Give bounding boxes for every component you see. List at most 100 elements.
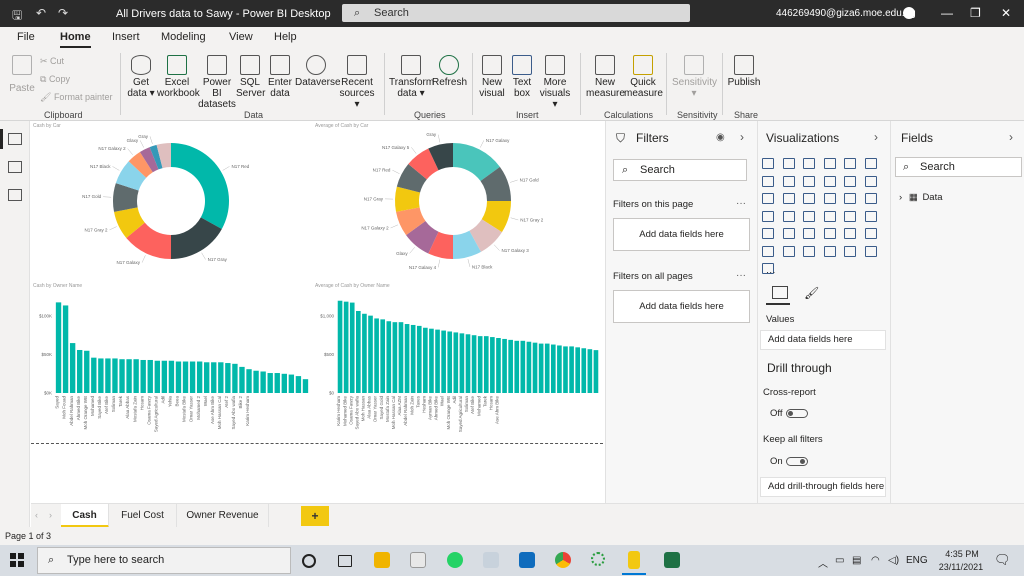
minimize-icon[interactable]: —	[941, 6, 953, 20]
filled-map-visual-icon[interactable]	[782, 210, 795, 222]
bar[interactable]	[140, 359, 146, 393]
bar[interactable]	[587, 349, 593, 393]
bar[interactable]	[55, 302, 62, 393]
bar[interactable]	[502, 338, 507, 393]
tab-help[interactable]: Help	[274, 31, 297, 43]
bar[interactable]	[126, 359, 132, 393]
page-tab-owner-revenue[interactable]: Owner Revenue	[177, 504, 269, 528]
bar[interactable]	[161, 360, 168, 393]
filters-all-drop-zone[interactable]: Add data fields here	[613, 290, 750, 323]
new-visual-button[interactable]: New visual	[478, 55, 506, 99]
close-icon[interactable]: ✕	[1001, 6, 1011, 20]
transform-data-button[interactable]: Transform data ▾	[389, 55, 434, 99]
bar[interactable]	[189, 361, 196, 393]
bar[interactable]	[538, 343, 544, 393]
funnel-visual-icon[interactable]	[782, 193, 795, 204]
chrome-icon[interactable]	[555, 552, 571, 568]
title-search-input[interactable]: ⌕ Search	[342, 4, 690, 22]
bar[interactable]	[211, 362, 217, 393]
excel-workbook-button[interactable]: Excel workbook	[157, 55, 200, 99]
sensitivity-button[interactable]: Sensitivity ▾	[672, 55, 717, 99]
multi-row-card-visual-icon[interactable]	[864, 210, 877, 222]
data-view-icon[interactable]	[8, 161, 22, 173]
bar[interactable]	[569, 346, 574, 393]
language-indicator[interactable]: ENG	[906, 555, 928, 566]
decomposition-tree-visual-icon[interactable]	[782, 245, 795, 257]
bar[interactable]	[260, 371, 266, 393]
bar[interactable]	[508, 339, 513, 393]
power-bi-datasets-button[interactable]: Power BI datasets	[198, 55, 236, 110]
filters-page-drop-zone[interactable]: Add data fields here	[613, 218, 750, 251]
network-icon[interactable]: ▤	[852, 555, 861, 566]
drill-through-drop-zone[interactable]: Add drill-through fields here	[760, 477, 886, 497]
bar[interactable]	[496, 338, 501, 393]
bar[interactable]	[274, 373, 280, 393]
stacked-area-visual-icon[interactable]	[803, 175, 815, 187]
bar[interactable]	[91, 357, 97, 393]
new-measure-button[interactable]: New measure	[586, 55, 625, 99]
windows-start-icon[interactable]	[10, 553, 24, 567]
excel-taskbar-icon[interactable]	[664, 552, 680, 568]
file-explorer-icon[interactable]	[374, 552, 390, 568]
model-view-icon[interactable]	[8, 189, 22, 201]
format-painter-button[interactable]: 🖌 Format painter	[40, 92, 112, 103]
add-page-button[interactable]: +	[301, 506, 329, 526]
bar[interactable]	[77, 349, 83, 393]
bar[interactable]	[563, 346, 568, 393]
user-account[interactable]: 446269490@giza6.moe.edu.eg	[776, 8, 916, 19]
bar-chart-avg-cash-by-owner[interactable]: $1,000 $500 $0Karim Hesham Mohamed Bike Osam…	[313, 289, 603, 439]
bar[interactable]	[225, 363, 231, 393]
bar[interactable]	[447, 331, 453, 393]
tab-file[interactable]: File	[17, 31, 35, 43]
bar[interactable]	[267, 373, 273, 393]
bar[interactable]	[204, 362, 210, 393]
bar[interactable]	[459, 333, 465, 393]
bar[interactable]	[168, 360, 175, 393]
clustered-column-visual-icon[interactable]	[823, 158, 836, 169]
bar[interactable]	[119, 359, 125, 393]
stacked-column-visual-icon[interactable]	[782, 158, 795, 169]
arcgis-visual-icon[interactable]	[864, 245, 877, 257]
bar[interactable]	[429, 328, 434, 393]
maximize-icon[interactable]: ❐	[970, 6, 981, 20]
bar[interactable]	[84, 350, 90, 393]
page-scroll-left[interactable]: ‹	[35, 510, 38, 520]
line-visual-icon[interactable]	[762, 175, 774, 187]
bar[interactable]	[386, 321, 392, 393]
outlook-icon[interactable]	[519, 552, 535, 568]
line-column-visual-icon[interactable]	[823, 175, 836, 187]
dataverse-button[interactable]: Dataverse	[295, 55, 341, 88]
bar[interactable]	[490, 337, 495, 393]
photos-icon[interactable]	[483, 552, 499, 568]
clock-date[interactable]: 23/11/2021	[930, 562, 992, 572]
bar[interactable]	[514, 340, 520, 393]
page-tab-cash[interactable]: Cash	[61, 504, 109, 528]
bar[interactable]	[362, 313, 367, 393]
chevron-right-icon[interactable]: ›	[874, 130, 878, 144]
tab-insert[interactable]: Insert	[112, 31, 140, 43]
bar[interactable]	[147, 359, 153, 393]
more-visuals-button[interactable]: More visuals ▾	[536, 55, 574, 110]
scatter-visual-icon[interactable]	[803, 193, 815, 204]
enter-data-button[interactable]: Enter data	[266, 55, 294, 99]
keep-filters-toggle[interactable]	[786, 457, 808, 466]
get-data-button[interactable]: Get data ▾	[126, 55, 156, 99]
bar[interactable]	[112, 358, 118, 393]
taskbar-search-input[interactable]: ⌕ Type here to search	[37, 547, 291, 574]
bar[interactable]	[557, 345, 562, 393]
bar[interactable]	[302, 379, 309, 393]
bar[interactable]	[550, 344, 556, 393]
r-visual-visual-icon[interactable]	[844, 228, 856, 239]
100-bar-visual-icon[interactable]	[844, 158, 856, 169]
bar[interactable]	[581, 348, 587, 393]
volume-icon[interactable]: ◁)	[888, 555, 899, 566]
field-table-data[interactable]: › ▦ Data	[899, 192, 943, 203]
bar[interactable]	[69, 343, 76, 393]
donut-visual-icon[interactable]	[844, 193, 856, 204]
task-view-icon[interactable]	[338, 555, 352, 567]
cross-report-toggle[interactable]	[786, 409, 808, 418]
sql-server-button[interactable]: SQL Server	[236, 55, 265, 99]
chevron-right-icon[interactable]: ›	[1009, 130, 1013, 144]
bar[interactable]	[253, 370, 259, 393]
shape-map-visual-icon[interactable]	[803, 210, 815, 222]
